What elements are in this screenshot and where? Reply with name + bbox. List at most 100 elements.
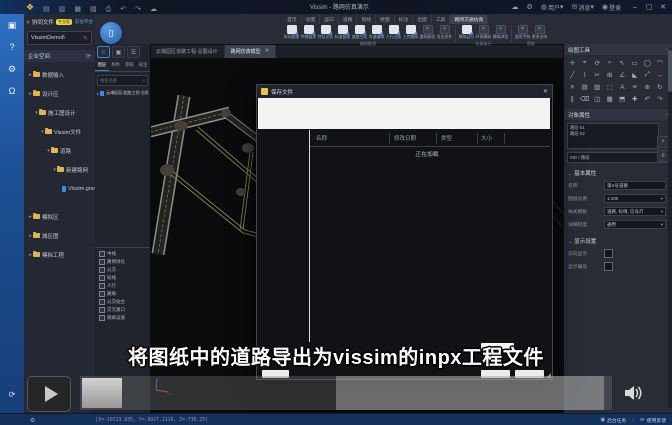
volume-button[interactable] [616,378,652,408]
layer-item[interactable]: 隔离设施 [95,314,150,322]
dialog-address-bar-area[interactable] [258,98,550,129]
pointer-tool-icon[interactable]: ↖ [616,57,629,69]
ribbon-button-更多支持[interactable]: ✕更多支持 [531,24,548,40]
cloud-icon[interactable]: ☁ [150,6,157,13]
ribbon-button-道路生成[interactable]: 道路生成 [351,24,368,40]
ribbon-button-使用手册[interactable]: ✕使用手册 [514,24,531,40]
layer-item[interactable]: 公交站台 [95,298,150,306]
save-all-icon[interactable]: ▧ [90,6,97,13]
ribbon-button-环境模拟[interactable]: ✕环境模拟 [475,24,492,40]
select-图纸比例[interactable]: 1:100▾ [604,194,666,203]
ribbon-tab-竖向[interactable]: 竖向 [320,15,339,24]
text-tool-icon[interactable]: A [616,81,629,93]
document-tab[interactable]: 云端园区道路工程-总图设计 [150,44,225,58]
ribbon-button-协同管理[interactable]: 协同管理 [283,24,300,40]
polyline-tool-icon[interactable]: ⌇ [579,69,592,81]
new-file-icon[interactable]: ▤ [43,6,50,13]
layer-item[interactable]: 标线 [95,274,150,282]
file-list-column-类型[interactable]: 类型 [441,134,452,142]
block-tool-icon[interactable]: ◫ [591,93,604,105]
ribbon-button-导出合并[interactable]: ✕导出合并 [436,24,453,40]
platform-link[interactable]: 前往平台 [75,19,93,25]
status-item-使用反馈[interactable]: 使用反馈 [647,417,666,424]
tree-item[interactable]: ▾新建路网 [24,160,95,179]
edit-pencil-icon[interactable]: ✎ [83,35,88,42]
maximize-button[interactable]: ▢ [642,3,656,11]
undo-icon[interactable]: ↶ [120,6,126,13]
settings-icon[interactable]: ⚙ [0,58,24,80]
ribbon-button-标准管理[interactable]: 标准管理 [334,24,351,40]
file-list-column-修改日期[interactable]: 修改日期 [394,134,416,142]
ribbon-tab-绘图[interactable]: 绘图 [376,15,395,24]
tree-item[interactable]: ▸数据输入 [24,65,95,84]
layer-search-box[interactable]: 搜索名称 ⌕ [97,75,148,86]
ribbon-tab-管线[interactable]: 管线 [357,15,376,24]
tree-item[interactable]: ▸模拟区 [24,207,95,226]
tree-item[interactable]: ▸模拟工程 [24,245,95,264]
select-tool-icon[interactable]: ✛ [566,57,579,69]
array-tool-icon[interactable]: ▦ [604,93,617,105]
layers-tab-图层[interactable]: 图层 [95,60,109,71]
drawing-document-item[interactable]: ▸ 云端园区道路工程-总图设计 [97,90,148,96]
ribbon-tab-active[interactable]: 路网交通仿真 [450,15,488,24]
undo-tool-icon[interactable]: ↶ [641,93,654,105]
ribbon-tab-总图[interactable]: 总图 [302,15,321,24]
ribbon-button-上传路网[interactable]: 上传路网 [402,24,419,40]
region-tool-icon[interactable]: ⬚ [604,81,617,93]
play-button[interactable] [27,376,71,412]
app-menu-button[interactable]: ▯ [100,22,122,44]
tree-item[interactable]: Vissim.gne [24,179,95,198]
status-item-后台任务[interactable]: 后台任务 [607,417,626,424]
tree-item[interactable]: ▸设计区 [24,84,95,103]
tab-close-icon[interactable]: ✕ [265,48,270,54]
angle-tool-icon[interactable]: ∠ [616,69,629,81]
insert-tool-icon[interactable]: ⊕ [641,81,654,93]
layers-tab-参照[interactable]: 参照 [123,60,137,71]
layers-tab-标注[interactable]: 标注 [136,60,150,71]
print-icon[interactable]: ⎙ [106,6,112,13]
ribbon-button-特征识别[interactable]: 特征识别 [317,24,334,40]
circle-tool-icon[interactable]: ◯ [641,57,654,69]
block-button[interactable]: ▣ [112,46,125,58]
object-list-item[interactable]: 路段-02 [570,131,656,137]
minimize-button[interactable]: – [628,4,642,11]
layers-tab-构件[interactable]: 构件 [109,60,123,71]
ribbon-tab-出图[interactable]: 出图 [413,15,432,24]
tree-item[interactable]: ▾道路 [24,141,95,160]
ribbon-tab-工具[interactable]: 工具 [432,15,451,24]
redo-icon[interactable]: ↷ [135,6,141,13]
open-file-icon[interactable]: ▥ [59,6,66,13]
document-tab[interactable]: 路网仿真模型✕ [225,44,277,58]
titlebar-gear-item[interactable]: ⚙ [527,3,534,11]
fillet-tool-icon[interactable]: ◣ [629,69,642,81]
checkbox-双向显示[interactable] [604,249,613,258]
erase-tool-icon[interactable]: ⌫ [579,93,592,105]
ribbon-button-模拟浏览[interactable]: ✕模拟浏览 [492,24,509,40]
save-icon[interactable]: ▦ [74,6,81,13]
section-title-显示设置[interactable]: ⌄显示设置 [568,237,672,245]
layer-item[interactable]: 中线 [95,250,150,258]
checkbox-显示编号[interactable] [604,262,613,271]
arc-tool-icon[interactable]: ⌒ [654,57,667,69]
input-名称[interactable]: 第X号道路 [604,181,666,190]
redo-tool-icon[interactable]: ↷ [654,93,667,105]
align-tool-icon[interactable]: ⌯ [629,81,642,93]
app-grid-icon[interactable]: ▣ [0,14,24,36]
orbit-tool-icon[interactable]: ⟳ [591,57,604,69]
select-样式模板[interactable]: 道路, 标线, 信号灯▾ [604,207,666,216]
center-tool-icon[interactable]: ⌖ [579,57,592,69]
grid-tool-icon[interactable]: ⊞ [604,69,617,81]
titlebar-user-item[interactable]: ◍用户▾ [541,3,565,12]
collapse-panel-icon[interactable]: « [26,19,30,26]
notifications-icon[interactable]: Ω [0,80,24,102]
layer-item[interactable]: 路侧绿化 [95,258,150,266]
scrollbar-thumb[interactable] [668,50,672,92]
stretch-tool-icon[interactable]: ↔ [654,69,667,81]
object-list-box[interactable]: 路段-01路段-02 [567,123,659,149]
rect-tool-icon[interactable]: ▭ [629,57,642,69]
list-button[interactable]: ☰ [127,46,140,58]
tree-item[interactable]: ▾Vissim文件 [24,122,95,141]
table-tool-icon[interactable]: ▤ [579,81,592,93]
ribbon-button-路网校验[interactable]: ✕路网校验 [419,24,436,40]
layer-item[interactable]: 路缘 [95,290,150,298]
